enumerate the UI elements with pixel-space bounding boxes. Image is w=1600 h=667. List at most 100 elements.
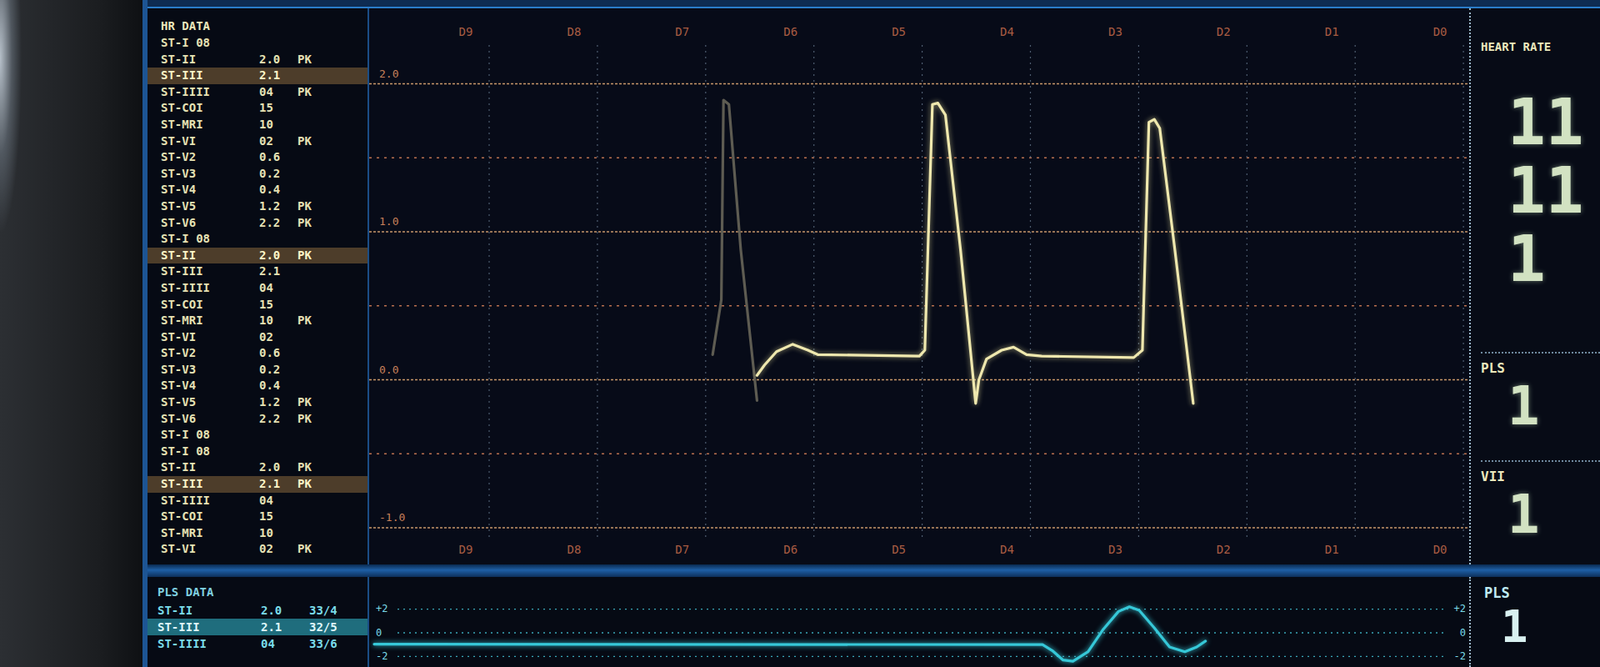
data-row[interactable]: ST-II2.0PK bbox=[147, 51, 368, 69]
ecg-chart: D9D8D7D6D5D4D3D2D1D0D9D8D7D6D5D4D3D2D1D0… bbox=[367, 8, 1470, 565]
data-row[interactable]: ST-III2.1 bbox=[147, 263, 368, 280]
grid-line bbox=[397, 655, 1445, 657]
row-label: ST-VI bbox=[160, 540, 260, 558]
pls-area: PLS DATAST-II2.033/4ST-III2.132/5ST-IIII… bbox=[147, 576, 1600, 667]
row-value: 1.2 bbox=[259, 394, 298, 411]
axis-tick: -1.0 bbox=[379, 510, 405, 524]
data-row[interactable]: ST-VI02 bbox=[147, 329, 368, 346]
panel-divider bbox=[147, 564, 1600, 577]
data-row[interactable]: ST-IIII04 bbox=[147, 492, 368, 510]
heart-rate-panel: HEART RATE11111PLS1VII1 bbox=[1469, 8, 1600, 565]
row-value: 2.0 bbox=[259, 459, 298, 476]
row-value: 04 bbox=[259, 84, 298, 101]
data-row[interactable]: ST-COI15 bbox=[147, 508, 368, 525]
data-row[interactable]: ST-III2.1PK bbox=[147, 475, 368, 493]
row-ratio: 33/6 bbox=[309, 635, 360, 652]
data-row[interactable]: ST-V62.2PK bbox=[147, 215, 368, 232]
grid-line bbox=[1355, 45, 1356, 537]
data-row[interactable]: ST-MRI10PK bbox=[147, 312, 368, 330]
data-row[interactable]: ST-II2.0PK bbox=[147, 247, 368, 265]
axis-tick: D1 bbox=[1325, 25, 1340, 39]
grid-line bbox=[369, 526, 1470, 529]
axis-tick: D9 bbox=[459, 542, 474, 556]
row-flag: PK bbox=[297, 459, 323, 476]
row-label: ST-III bbox=[160, 263, 260, 280]
data-row[interactable]: ST-V30.2 bbox=[147, 361, 368, 379]
data-row[interactable]: ST-VI02PK bbox=[147, 133, 368, 150]
row-value: 0.2 bbox=[259, 361, 298, 379]
data-row[interactable]: ST-V30.2 bbox=[147, 165, 368, 183]
main-area: HR DATAST-I 08ST-II2.0PKST-III2.1ST-IIII… bbox=[147, 8, 1600, 565]
data-row[interactable]: ST-V51.2PK bbox=[147, 394, 368, 411]
data-row[interactable]: ST-II2.033/4 bbox=[147, 601, 368, 619]
row-label: ST-I 08 bbox=[160, 35, 260, 52]
row-label: ST-V3 bbox=[160, 165, 260, 183]
row-flag: PK bbox=[297, 247, 323, 265]
row-value: 2.1 bbox=[259, 67, 298, 85]
data-row[interactable]: ST-I 08 bbox=[147, 426, 368, 444]
row-value: 2.0 bbox=[260, 601, 310, 619]
row-label: ST-V2 bbox=[160, 345, 260, 362]
data-row[interactable]: ST-V40.4 bbox=[147, 377, 368, 395]
row-flag: PK bbox=[297, 410, 323, 428]
pls-chart: +20-2+20-2 bbox=[367, 576, 1470, 667]
data-row[interactable]: ST-III2.132/5 bbox=[147, 618, 368, 635]
row-label: ST-III bbox=[160, 475, 260, 493]
grid-line bbox=[1246, 45, 1248, 537]
row-label: ST-V5 bbox=[160, 198, 260, 215]
row-value: 2.2 bbox=[259, 410, 298, 428]
row-label: ST-IIII bbox=[160, 84, 260, 101]
grid-line bbox=[921, 45, 923, 537]
row-label: ST-III bbox=[160, 67, 260, 85]
data-row[interactable]: ST-I 08 bbox=[147, 230, 368, 248]
row-label: ST-MRI bbox=[160, 116, 260, 134]
row-flag: PK bbox=[297, 51, 323, 69]
pls-data-panel: PLS DATAST-II2.033/4ST-III2.132/5ST-IIII… bbox=[147, 576, 368, 667]
axis-tick: D1 bbox=[1325, 542, 1340, 556]
axis-tick: D2 bbox=[1216, 25, 1231, 39]
heart-rate-readings: 11111 bbox=[1480, 88, 1600, 294]
data-row[interactable]: ST-IIII04 bbox=[147, 280, 368, 297]
data-row[interactable]: ST-I 08 bbox=[147, 35, 368, 52]
data-row[interactable]: ST-IIII04PK bbox=[147, 84, 368, 101]
row-value: 04 bbox=[259, 492, 298, 510]
data-row[interactable]: ST-IIII0433/6 bbox=[147, 635, 368, 652]
row-value: 02 bbox=[259, 540, 298, 558]
axis-tick: D4 bbox=[1000, 25, 1015, 39]
axis-tick: D8 bbox=[566, 25, 581, 39]
row-value: 0.6 bbox=[259, 345, 298, 362]
axis-tick: 1.0 bbox=[379, 215, 399, 228]
data-row[interactable]: ST-V51.2PK bbox=[147, 198, 368, 215]
row-value: 02 bbox=[259, 133, 298, 150]
row-flag: PK bbox=[297, 198, 323, 215]
data-row[interactable]: ST-V62.2PK bbox=[147, 410, 368, 428]
data-row[interactable]: ST-MRI10 bbox=[147, 116, 368, 134]
axis-tick: 0 bbox=[1460, 626, 1466, 639]
data-row[interactable]: ST-I 08 bbox=[147, 443, 368, 460]
axis-tick: D6 bbox=[783, 542, 798, 556]
row-ratio: 32/5 bbox=[309, 618, 360, 635]
row-value: 2.1 bbox=[259, 263, 298, 280]
data-row[interactable]: ST-II2.0PK bbox=[147, 459, 368, 476]
monitor: HR DATAST-I 08ST-II2.0PKST-III2.1ST-IIII… bbox=[0, 0, 1600, 667]
row-label: ST-V4 bbox=[160, 181, 260, 199]
pls-plot: +20-2+20-2 bbox=[369, 576, 1470, 667]
grid-line bbox=[1462, 45, 1464, 537]
data-row[interactable]: ST-V40.4 bbox=[147, 181, 368, 199]
data-row[interactable]: ST-V20.6 bbox=[147, 345, 368, 362]
row-value: 0.4 bbox=[259, 181, 298, 199]
grid-line bbox=[369, 453, 1470, 455]
row-value: 2.0 bbox=[259, 51, 298, 69]
data-row[interactable]: ST-V20.6 bbox=[147, 149, 368, 166]
row-value: 10 bbox=[259, 116, 298, 134]
row-label: ST-III bbox=[157, 618, 261, 635]
axis-tick: -2 bbox=[375, 650, 388, 662]
data-row[interactable]: ST-III2.1 bbox=[147, 67, 368, 85]
data-row[interactable]: ST-COI15 bbox=[147, 100, 368, 117]
heart-rate-value: 11 bbox=[1507, 88, 1600, 157]
row-value: 02 bbox=[259, 329, 298, 346]
data-row[interactable]: ST-COI15 bbox=[147, 296, 368, 314]
data-row[interactable]: ST-MRI10 bbox=[147, 525, 368, 542]
data-row[interactable]: ST-VI02PK bbox=[147, 540, 368, 558]
row-value: 04 bbox=[259, 280, 298, 297]
